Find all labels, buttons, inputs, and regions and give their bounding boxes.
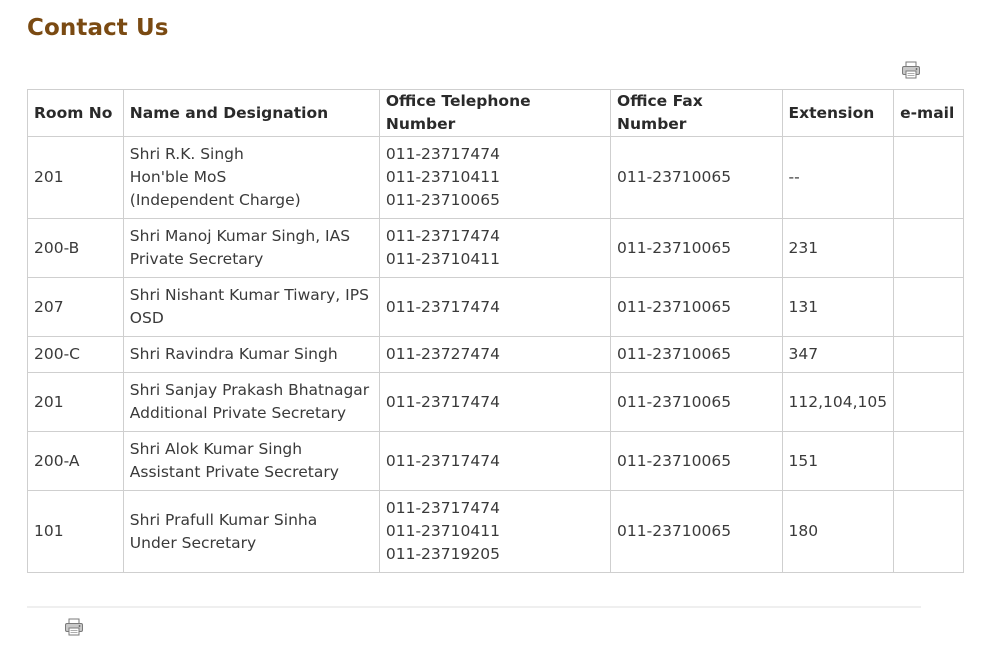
table-header-row: Room No Name and Designation Office Tele… — [27, 89, 964, 137]
extension-cell: 347 — [781, 336, 895, 373]
name-line: Shri Manoj Kumar Singh, IAS — [129, 227, 351, 245]
fax-cell: 011-23710065 — [610, 431, 783, 491]
print-icon[interactable] — [901, 61, 921, 79]
room-cell: 101 — [27, 490, 124, 573]
table-row: 201 Shri Sanjay Prakash Bhatnagar Additi… — [27, 372, 964, 432]
extension-cell: 231 — [781, 218, 895, 278]
email-cell — [893, 372, 964, 432]
telephone-cell: 011-23717474 011-23710411 011-23719205 — [378, 490, 612, 573]
telephone-cell: 011-23717474 — [378, 372, 612, 432]
name-designation-cell: Shri Ravindra Kumar Singh — [122, 336, 380, 373]
email-cell — [893, 218, 964, 278]
phone-number: 011-23717474 — [385, 227, 500, 245]
room-cell: 200-B — [27, 218, 124, 278]
phone-number: 011-23727474 — [385, 345, 500, 363]
name-line: OSD — [129, 309, 164, 327]
table-row: 200-A Shri Alok Kumar Singh Assistant Pr… — [27, 431, 964, 491]
name-line: Under Secretary — [129, 533, 257, 552]
name-line: Shri Alok Kumar Singh — [129, 440, 303, 458]
table-row: 207 Shri Nishant Kumar Tiwary, IPS OSD 0… — [27, 277, 964, 337]
phone-number: 011-23719205 — [385, 545, 500, 563]
fax-cell: 011-23710065 — [610, 336, 783, 373]
name-line: Shri Prafull Kumar Sinha — [129, 510, 318, 529]
name-line: Additional Private Secretary — [129, 404, 347, 422]
header-office-fax: Office Fax Number — [610, 89, 783, 137]
phone-number: 011-23710411 — [385, 168, 500, 186]
fax-cell: 011-23710065 — [610, 490, 783, 573]
name-line: (Independent Charge) — [129, 191, 301, 209]
name-designation-cell: Shri Alok Kumar Singh Assistant Private … — [122, 431, 380, 491]
name-designation-cell: Shri Sanjay Prakash Bhatnagar Additional… — [122, 372, 380, 432]
phone-number: 011-23717474 — [385, 297, 500, 316]
telephone-cell: 011-23717474 011-23710411 011-23710065 — [378, 136, 612, 219]
room-cell: 207 — [27, 277, 124, 337]
room-cell: 200-C — [27, 336, 124, 373]
extension-cell: -- — [781, 136, 895, 219]
table-row: 201 Shri R.K. Singh Hon'ble MoS (Indepen… — [27, 136, 964, 219]
room-cell: 201 — [27, 372, 124, 432]
fax-cell: 011-23710065 — [610, 372, 783, 432]
name-designation-cell: Shri Prafull Kumar Sinha Under Secretary — [122, 490, 380, 573]
contacts-table: Room No Name and Designation Office Tele… — [27, 89, 964, 573]
table-row: 101 Shri Prafull Kumar Sinha Under Secre… — [27, 490, 964, 573]
room-cell: 200-A — [27, 431, 124, 491]
fax-cell: 011-23710065 — [610, 218, 783, 278]
header-email: e-mail — [893, 89, 964, 137]
name-line: Shri R.K. Singh — [129, 145, 244, 163]
email-cell — [893, 336, 964, 373]
phone-number: 011-23710411 — [385, 250, 500, 268]
name-designation-cell: Shri Manoj Kumar Singh, IAS Private Secr… — [122, 218, 380, 278]
phone-number: 011-23717474 — [385, 145, 500, 163]
name-line: Shri Ravindra Kumar Singh — [129, 345, 338, 363]
phone-number: 011-23710065 — [385, 191, 500, 209]
telephone-cell: 011-23717474 — [378, 431, 612, 491]
header-room-no: Room No — [27, 89, 124, 137]
fax-cell: 011-23710065 — [610, 136, 783, 219]
name-designation-cell: Shri R.K. Singh Hon'ble MoS (Independent… — [122, 136, 380, 219]
room-cell: 201 — [27, 136, 124, 219]
phone-number: 011-23717474 — [385, 451, 500, 470]
telephone-cell: 011-23717474 — [378, 277, 612, 337]
extension-cell: 151 — [781, 431, 895, 491]
email-cell — [893, 490, 964, 573]
email-cell — [893, 431, 964, 491]
name-line: Hon'ble MoS — [129, 168, 227, 186]
name-designation-cell: Shri Nishant Kumar Tiwary, IPS OSD — [122, 277, 380, 337]
print-icon[interactable] — [64, 618, 84, 636]
table-row: 200-B Shri Manoj Kumar Singh, IAS Privat… — [27, 218, 964, 278]
email-cell — [893, 277, 964, 337]
telephone-cell: 011-23727474 — [378, 336, 612, 373]
phone-number: 011-23717474 — [385, 392, 500, 411]
extension-cell: 131 — [781, 277, 895, 337]
phone-number: 011-23717474 — [385, 499, 500, 517]
name-line: Private Secretary — [129, 250, 264, 268]
phone-number: 011-23710411 — [385, 522, 500, 540]
table-row: 200-C Shri Ravindra Kumar Singh 011-2372… — [27, 336, 964, 373]
header-extension: Extension — [781, 89, 895, 137]
name-line: Shri Nishant Kumar Tiwary, IPS — [129, 286, 369, 304]
fax-cell: 011-23710065 — [610, 277, 783, 337]
name-line: Shri Sanjay Prakash Bhatnagar — [129, 381, 370, 399]
header-name-designation: Name and Designation — [122, 89, 380, 137]
extension-cell: 180 — [781, 490, 895, 573]
telephone-cell: 011-23717474 011-23710411 — [378, 218, 612, 278]
name-line: Assistant Private Secretary — [129, 463, 339, 481]
divider — [27, 606, 921, 608]
email-cell — [893, 136, 964, 219]
extension-cell: 112,104,105 — [781, 372, 895, 432]
page-title: Contact Us — [27, 15, 169, 41]
header-office-telephone: Office Telephone Number — [378, 89, 612, 137]
